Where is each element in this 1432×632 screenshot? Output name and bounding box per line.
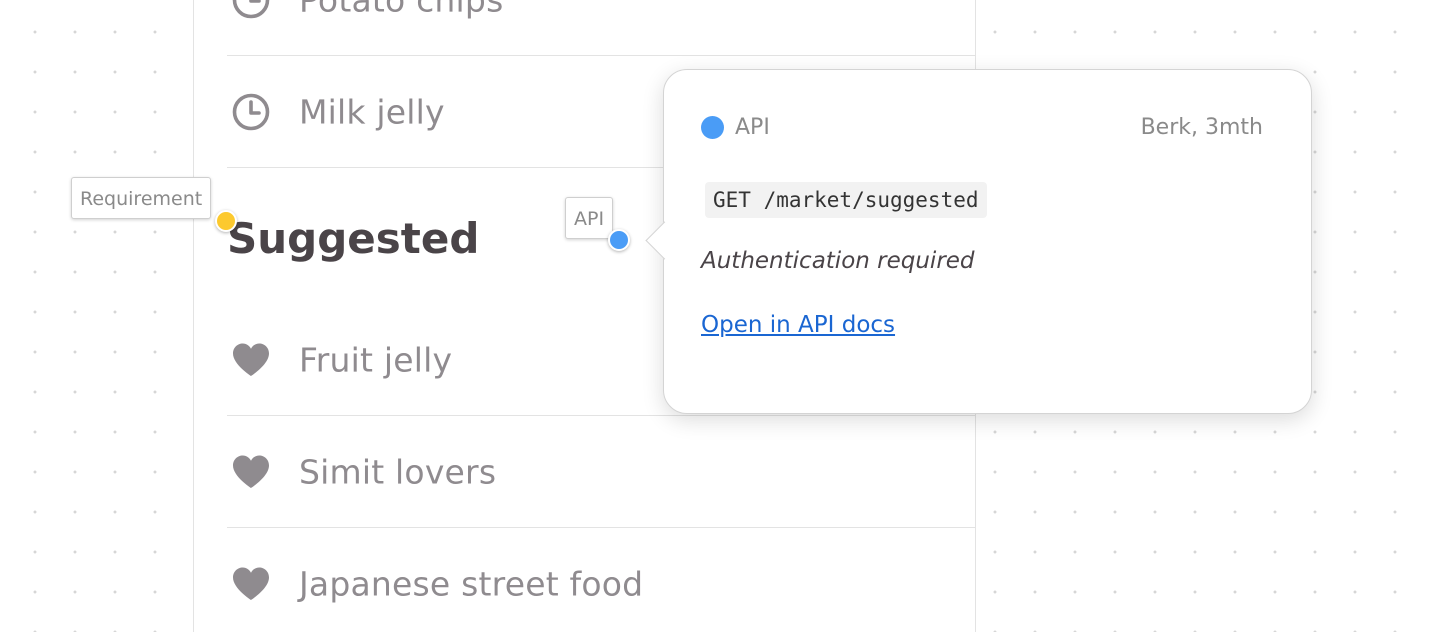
popover-type-label: API <box>735 115 770 140</box>
list-item-label: Potato chips <box>299 0 503 19</box>
popover-header: API <box>701 115 770 140</box>
popover-author-meta: Berk, 3mth <box>1140 115 1263 140</box>
heart-icon <box>231 340 271 380</box>
api-type-dot <box>701 116 724 139</box>
list-item-label: Simit lovers <box>299 452 497 491</box>
list-item-potato-chips[interactable]: Potato chips <box>227 0 975 56</box>
list-item-simit-lovers[interactable]: Simit lovers <box>227 416 975 528</box>
clock-icon <box>231 92 271 132</box>
list-item-japanese-street-food[interactable]: Japanese street food <box>227 528 975 632</box>
api-pin-dot[interactable] <box>608 229 630 251</box>
heart-icon <box>231 564 271 604</box>
list-item-label: Milk jelly <box>299 92 445 131</box>
clock-icon <box>231 0 271 20</box>
open-api-docs-link[interactable]: Open in API docs <box>701 312 895 338</box>
requirement-tag[interactable]: Requirement <box>71 177 212 219</box>
list-item-label: Japanese street food <box>299 564 644 604</box>
list-item-label: Fruit jelly <box>299 340 453 379</box>
api-tag[interactable]: API <box>565 197 614 239</box>
api-description: Authentication required <box>701 248 975 274</box>
api-popover: API Berk, 3mth GET /market/suggested Aut… <box>645 69 1312 414</box>
canvas: { "list": { "recent_items": [ {"label": … <box>0 0 1432 632</box>
section-title-suggested: Suggested <box>227 214 480 263</box>
api-endpoint-code: GET /market/suggested <box>705 182 987 218</box>
heart-icon <box>231 452 271 492</box>
requirement-pin-dot[interactable] <box>215 210 237 232</box>
